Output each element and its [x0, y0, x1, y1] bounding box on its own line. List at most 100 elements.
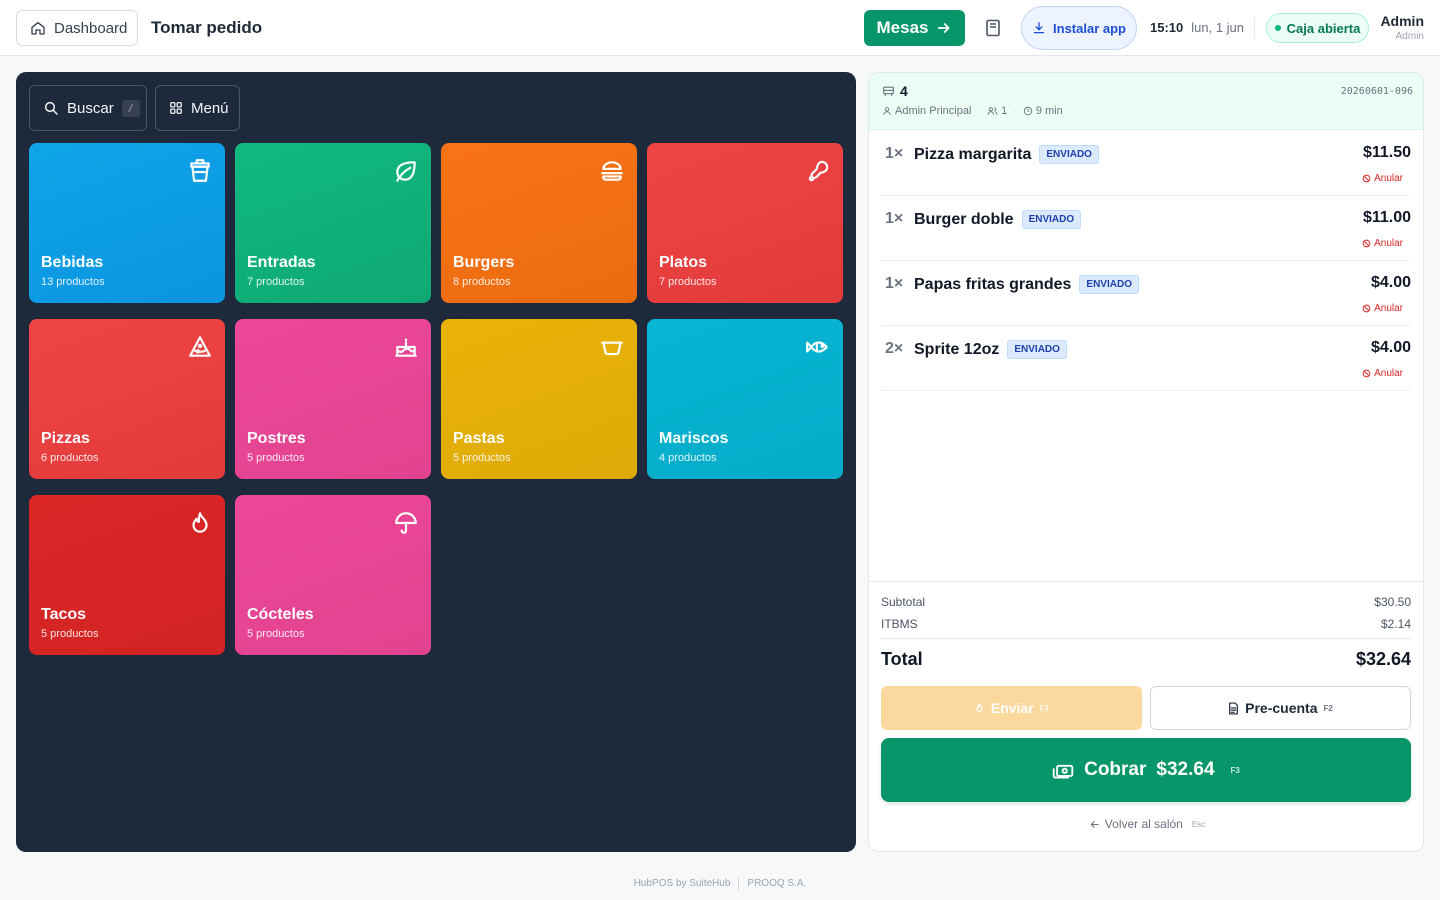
clock: 15:10 lun, 1 jun	[1150, 20, 1244, 35]
category-name: Pastas	[453, 430, 505, 447]
category-count: 13 productos	[41, 276, 105, 288]
order-item[interactable]: 1× Pizza margarita ENVIADO $11.50 Anular	[881, 131, 1411, 196]
item-price: $4.00	[1370, 339, 1411, 356]
category-tile-mariscos[interactable]: Mariscos 4 productos	[647, 319, 843, 479]
burger-icon	[601, 161, 623, 181]
menu-button[interactable]: Menú	[155, 85, 240, 131]
page-title: Tomar pedido	[151, 18, 263, 37]
receipt-icon	[1229, 701, 1239, 715]
category-count: 8 productos	[453, 276, 511, 288]
top-bar: Dashboard Tomar pedido Mesas Instalar ap…	[0, 0, 1440, 56]
void-item-button[interactable]: Anular	[1362, 238, 1403, 249]
search-button[interactable]: Buscar /	[29, 85, 147, 131]
install-label: Instalar app	[1053, 20, 1126, 36]
category-tile-platos[interactable]: Platos 7 productos	[647, 143, 843, 303]
void-label: Anular	[1374, 173, 1403, 184]
footer-divider	[738, 878, 740, 890]
install-app-button[interactable]: Instalar app	[1021, 6, 1137, 50]
void-item-button[interactable]: Anular	[1362, 368, 1403, 379]
search-shortcut: /	[121, 99, 140, 117]
users-icon	[987, 107, 998, 115]
pre-bill-button[interactable]: Pre-cuenta F2	[1150, 686, 1411, 730]
download-icon	[1033, 22, 1045, 34]
category-count: 5 productos	[453, 452, 511, 464]
guests-info: 1	[987, 105, 1007, 117]
item-price: $11.50	[1362, 144, 1411, 161]
category-name: Bebidas	[41, 254, 104, 271]
order-panel: 4 20260601-096 Admin Principal · 1 · 9 m…	[868, 72, 1424, 852]
bowl-icon	[601, 341, 623, 356]
dashboard-button[interactable]: Dashboard	[16, 10, 138, 46]
umbrella-icon	[395, 512, 417, 534]
category-tile-entradas[interactable]: Entradas 7 productos	[235, 143, 431, 303]
void-item-button[interactable]: Anular	[1362, 173, 1403, 184]
arrow-left-icon	[1090, 820, 1099, 828]
category-tile-bebidas[interactable]: Bebidas 13 productos	[29, 143, 225, 303]
tax-row: ITBMS $2.14	[881, 617, 1411, 631]
category-tile-postres[interactable]: Postres 5 productos	[235, 319, 431, 479]
search-label: Buscar	[67, 99, 114, 117]
user-menu[interactable]: Admin Admin	[1380, 13, 1424, 42]
header-divider	[1254, 18, 1255, 38]
category-name: Mariscos	[659, 430, 729, 447]
void-item-button[interactable]: Anular	[1362, 303, 1403, 314]
ban-icon	[1362, 304, 1371, 313]
charge-button[interactable]: Cobrar $32.64 F3	[881, 738, 1411, 802]
leaf-icon	[396, 161, 416, 182]
back-shortcut: Esc	[1191, 819, 1206, 829]
clock-icon	[1023, 106, 1033, 116]
category-name: Postres	[247, 430, 306, 447]
back-label: Volver al salón	[1104, 817, 1183, 831]
user-role: Admin	[1395, 31, 1424, 42]
category-tile-pastas[interactable]: Pastas 5 productos	[441, 319, 637, 479]
footer: HubPOS by SuiteHub PROOQ S.A.	[0, 878, 1440, 890]
total-label: Total	[881, 649, 923, 669]
category-tile-cocteles[interactable]: Cócteles 5 productos	[235, 495, 431, 655]
item-qty: 2×	[885, 340, 904, 357]
guest-count: 1	[1001, 105, 1008, 117]
order-totals: Subtotal $30.50 ITBMS $2.14 Total $32.64	[869, 581, 1423, 669]
status-badge: ENVIADO	[1039, 145, 1099, 164]
send-button[interactable]: Enviar F1	[881, 686, 1142, 730]
tax-value: $2.14	[1380, 617, 1411, 631]
category-tile-tacos[interactable]: Tacos 5 productos	[29, 495, 225, 655]
category-name: Tacos	[41, 606, 87, 623]
category-count: 6 productos	[41, 452, 99, 464]
back-to-floor-link[interactable]: Volver al salón Esc	[869, 817, 1423, 831]
category-tile-burgers[interactable]: Burgers 8 productos	[441, 143, 637, 303]
void-label: Anular	[1374, 303, 1403, 314]
pre-bill-label: Pre-cuenta	[1245, 700, 1318, 716]
charge-label: Cobrar	[1084, 759, 1147, 780]
cup-icon	[190, 159, 210, 182]
drumstick-icon	[808, 160, 829, 182]
book-icon[interactable]	[985, 19, 1001, 37]
category-tile-pizzas[interactable]: Pizzas 6 productos	[29, 319, 225, 479]
menu-label: Menú	[191, 99, 229, 117]
waiter-info: Admin Principal	[882, 105, 971, 117]
item-qty: 1×	[885, 275, 904, 292]
item-name-wrap: Papas fritas grandes ENVIADO	[914, 275, 1139, 294]
total-value: $32.64	[1355, 649, 1411, 669]
category-count: 7 productos	[659, 276, 717, 288]
table-indicator: 4	[882, 83, 908, 99]
item-name: Burger doble	[914, 210, 1014, 228]
order-item[interactable]: 2× Sprite 12oz ENVIADO $4.00 Anular	[881, 326, 1411, 391]
clock-time: 15:10	[1150, 20, 1184, 35]
clock-date: lun, 1 jun	[1191, 20, 1245, 35]
category-count: 5 productos	[247, 628, 305, 640]
arrow-right-icon	[938, 23, 950, 33]
item-name: Pizza margarita	[914, 145, 1032, 163]
category-name: Pizzas	[41, 430, 90, 447]
void-label: Anular	[1374, 368, 1403, 379]
order-item[interactable]: 1× Papas fritas grandes ENVIADO $4.00 An…	[881, 261, 1411, 326]
category-name: Burgers	[453, 254, 515, 271]
cake-icon	[395, 338, 417, 357]
item-name: Papas fritas grandes	[914, 275, 1072, 293]
user-icon	[883, 107, 891, 115]
status-badge: ENVIADO	[1021, 210, 1082, 229]
ban-icon	[1362, 369, 1371, 378]
item-qty: 1×	[885, 145, 904, 162]
order-item[interactable]: 1× Burger doble ENVIADO $11.00 Anular	[881, 196, 1411, 261]
cash-status-badge[interactable]: Caja abierta	[1266, 13, 1369, 43]
mesas-button[interactable]: Mesas	[864, 10, 965, 46]
